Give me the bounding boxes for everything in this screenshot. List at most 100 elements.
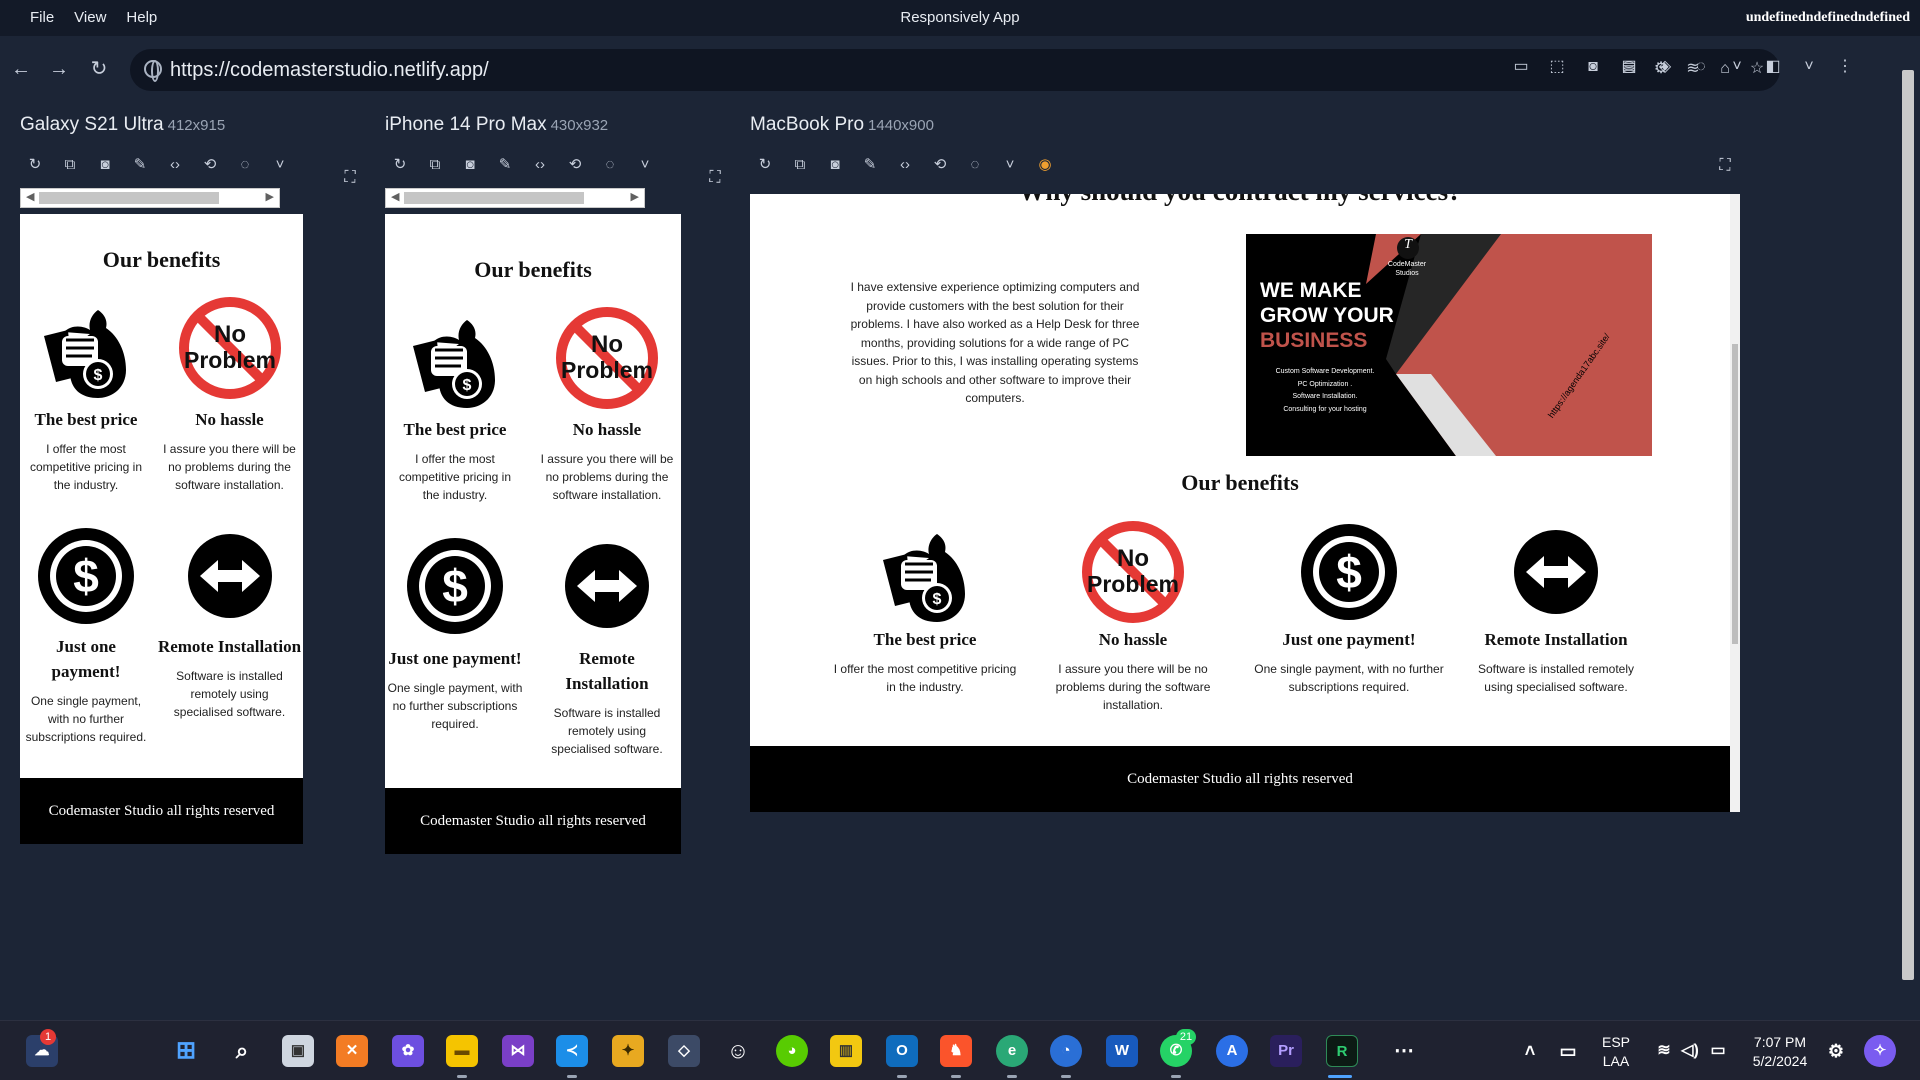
camera-icon[interactable]: ◙ [459,154,481,176]
screenshot-full-icon[interactable]: ⧉ [59,154,81,176]
problem-label: Problem [561,357,653,383]
global-tools: ▭ ⬚ ◙ ▤ ◈ ◌ ˅ ◧ ˅ ⋮ [1510,56,1856,78]
forward-icon[interactable]: → [46,56,72,82]
no-label: No [214,321,246,348]
outlook-icon[interactable]: O [886,1035,918,1067]
more-menu-icon[interactable]: ⋮ [1834,56,1856,78]
eyedropper-icon[interactable]: ✎ [494,154,516,176]
eyedropper-icon[interactable]: ✎ [129,154,151,176]
site-footer: Codemaster Studio all rights reserved [20,778,303,844]
clock[interactable]: 7:07 PM 5/2/2024 [1740,1033,1820,1071]
settings-gear-icon[interactable]: ⚙ [1820,1035,1852,1067]
money-bag-icon: $ [20,296,152,400]
benefits-heading: Our benefits [1181,470,1299,495]
screenshot-full-icon[interactable]: ⧉ [424,154,446,176]
benefit-card-hassle: No Problem No hassle I assure you there w… [156,296,303,494]
vscode-icon[interactable]: ≺ [556,1035,588,1067]
document-icon[interactable]: ▤ [1618,56,1640,78]
power-bi-icon[interactable]: ▥ [830,1035,862,1067]
chevron-up-icon[interactable]: ˄ [1514,1035,1546,1067]
expand-icon[interactable]: ⛶ [340,168,360,188]
app-icon[interactable]: ✦ [612,1035,644,1067]
time: 7:07 PM [1753,1034,1807,1050]
rotate-icon[interactable]: ⟲ [929,154,951,176]
reload-icon[interactable]: ↻ [24,154,46,176]
chevron-down-icon[interactable]: ˅ [634,154,656,176]
notification-badge: 1 [40,1029,56,1045]
input-language[interactable]: ESP LAA [1596,1033,1636,1071]
no-label: No [1117,545,1149,572]
code-icon[interactable]: ‹› [529,154,551,176]
benefit-card-hassle: No Problem No hassle I assure you there w… [1038,520,1228,714]
task-view-icon[interactable]: ▣ [282,1035,314,1067]
reload-icon[interactable]: ↻ [389,154,411,176]
hide-icon[interactable]: ◌ [234,154,256,176]
page-scrollbar[interactable] [1898,60,1920,1020]
copilot-icon[interactable]: ✧ [1864,1035,1896,1067]
macbook-screen: Why should you contract my services? I h… [750,194,1740,812]
color-picker-icon[interactable]: ◉ [1034,154,1056,176]
layers-icon[interactable]: ◈ [1654,56,1676,78]
device-title: MacBook Pro 1440x900 [750,114,934,136]
search-icon[interactable]: ⌕ [226,1035,258,1067]
horizontal-scrollbar[interactable]: ◀ ▶ [385,188,645,208]
device-manager-icon[interactable]: ▭ [1510,56,1532,78]
premiere-icon[interactable]: Pr [1270,1035,1302,1067]
benefit-description: I offer the most competitive pricing in … [29,442,143,492]
running-indicator [1007,1075,1017,1078]
edge-icon[interactable]: e [996,1035,1028,1067]
chevron-down-icon[interactable]: ˅ [269,154,291,176]
rotate-icon[interactable]: ⟲ [564,154,586,176]
responsively-icon[interactable]: R [1326,1035,1358,1067]
code-icon[interactable]: ‹› [164,154,186,176]
benefit-title: Just one payment! [51,637,121,681]
horizontal-scrollbar[interactable]: ◀ ▶ [20,188,280,208]
rotate-icon[interactable]: ⟲ [199,154,221,176]
emoji-app-icon[interactable]: ☺ [722,1035,754,1067]
benefit-title: The best price [403,420,507,439]
hide-icon[interactable]: ◌ [964,154,986,176]
vertical-scrollbar[interactable] [1730,194,1740,812]
camera-icon[interactable]: ◙ [824,154,846,176]
hide-icon[interactable]: ◌ [599,154,621,176]
dollar-coin-icon: $ [1244,520,1454,624]
back-icon[interactable]: ← [8,56,34,82]
app-store-icon[interactable]: A [1216,1035,1248,1067]
section-heading: Why should you contract my services? [750,194,1730,207]
code-icon[interactable]: ‹› [894,154,916,176]
eyedropper-icon[interactable]: ✎ [859,154,881,176]
app-icon[interactable]: ◇ [668,1035,700,1067]
expand-icon[interactable]: ⛶ [1715,156,1735,176]
expand-icon[interactable]: ⛶ [705,168,725,188]
windows-start-icon[interactable]: ⊞ [170,1035,202,1067]
inspect-icon[interactable]: ⬚ [1546,56,1568,78]
xampp-icon[interactable]: ✕ [336,1035,368,1067]
duolingo-icon[interactable]: ◕ [776,1035,808,1067]
reload-icon[interactable]: ↻ [754,154,776,176]
chevron-down-icon[interactable]: ˅ [1726,56,1748,78]
reload-icon[interactable]: ↻ [86,56,112,82]
app-icon[interactable]: ✿ [392,1035,424,1067]
more-apps-icon[interactable]: ⋯ [1388,1035,1420,1067]
screenshot-full-icon[interactable]: ⧉ [789,154,811,176]
firefox-icon[interactable]: ◔ [1050,1035,1082,1067]
device-galaxy: Galaxy S21 Ultra 412x915 ↻ ⧉ ◙ ✎ ‹› ⟲ ◌ ˅… [0,102,356,852]
visual-studio-icon[interactable]: ⋈ [502,1035,534,1067]
banner-headline-1: WE MAKE [1260,279,1362,302]
benefit-description: I offer the most competitive pricing in … [833,662,1017,694]
hide-icon[interactable]: ◌ [1690,56,1712,78]
no-problem-icon: No Problem [156,296,303,400]
url-input[interactable]: https://codemasterstudio.netlify.app/ [170,59,489,82]
layout-icon[interactable]: ◧ [1762,56,1784,78]
benefit-card-price: $ The best price I offer the most compet… [20,296,152,494]
chevron-down-icon[interactable]: ˅ [1798,56,1820,78]
keyboard-icon[interactable]: ▭ [1552,1035,1584,1067]
camera-icon[interactable]: ◙ [94,154,116,176]
brave-icon[interactable]: ♞ [940,1035,972,1067]
chevron-down-icon[interactable]: ˅ [999,154,1021,176]
banner-service: PC Optimization . [1297,380,1353,388]
battery-icon[interactable]: ▭ [1702,1035,1734,1067]
screenshot-icon[interactable]: ◙ [1582,56,1604,78]
word-icon[interactable]: W [1106,1035,1138,1067]
file-explorer-icon[interactable]: ▬ [446,1035,478,1067]
